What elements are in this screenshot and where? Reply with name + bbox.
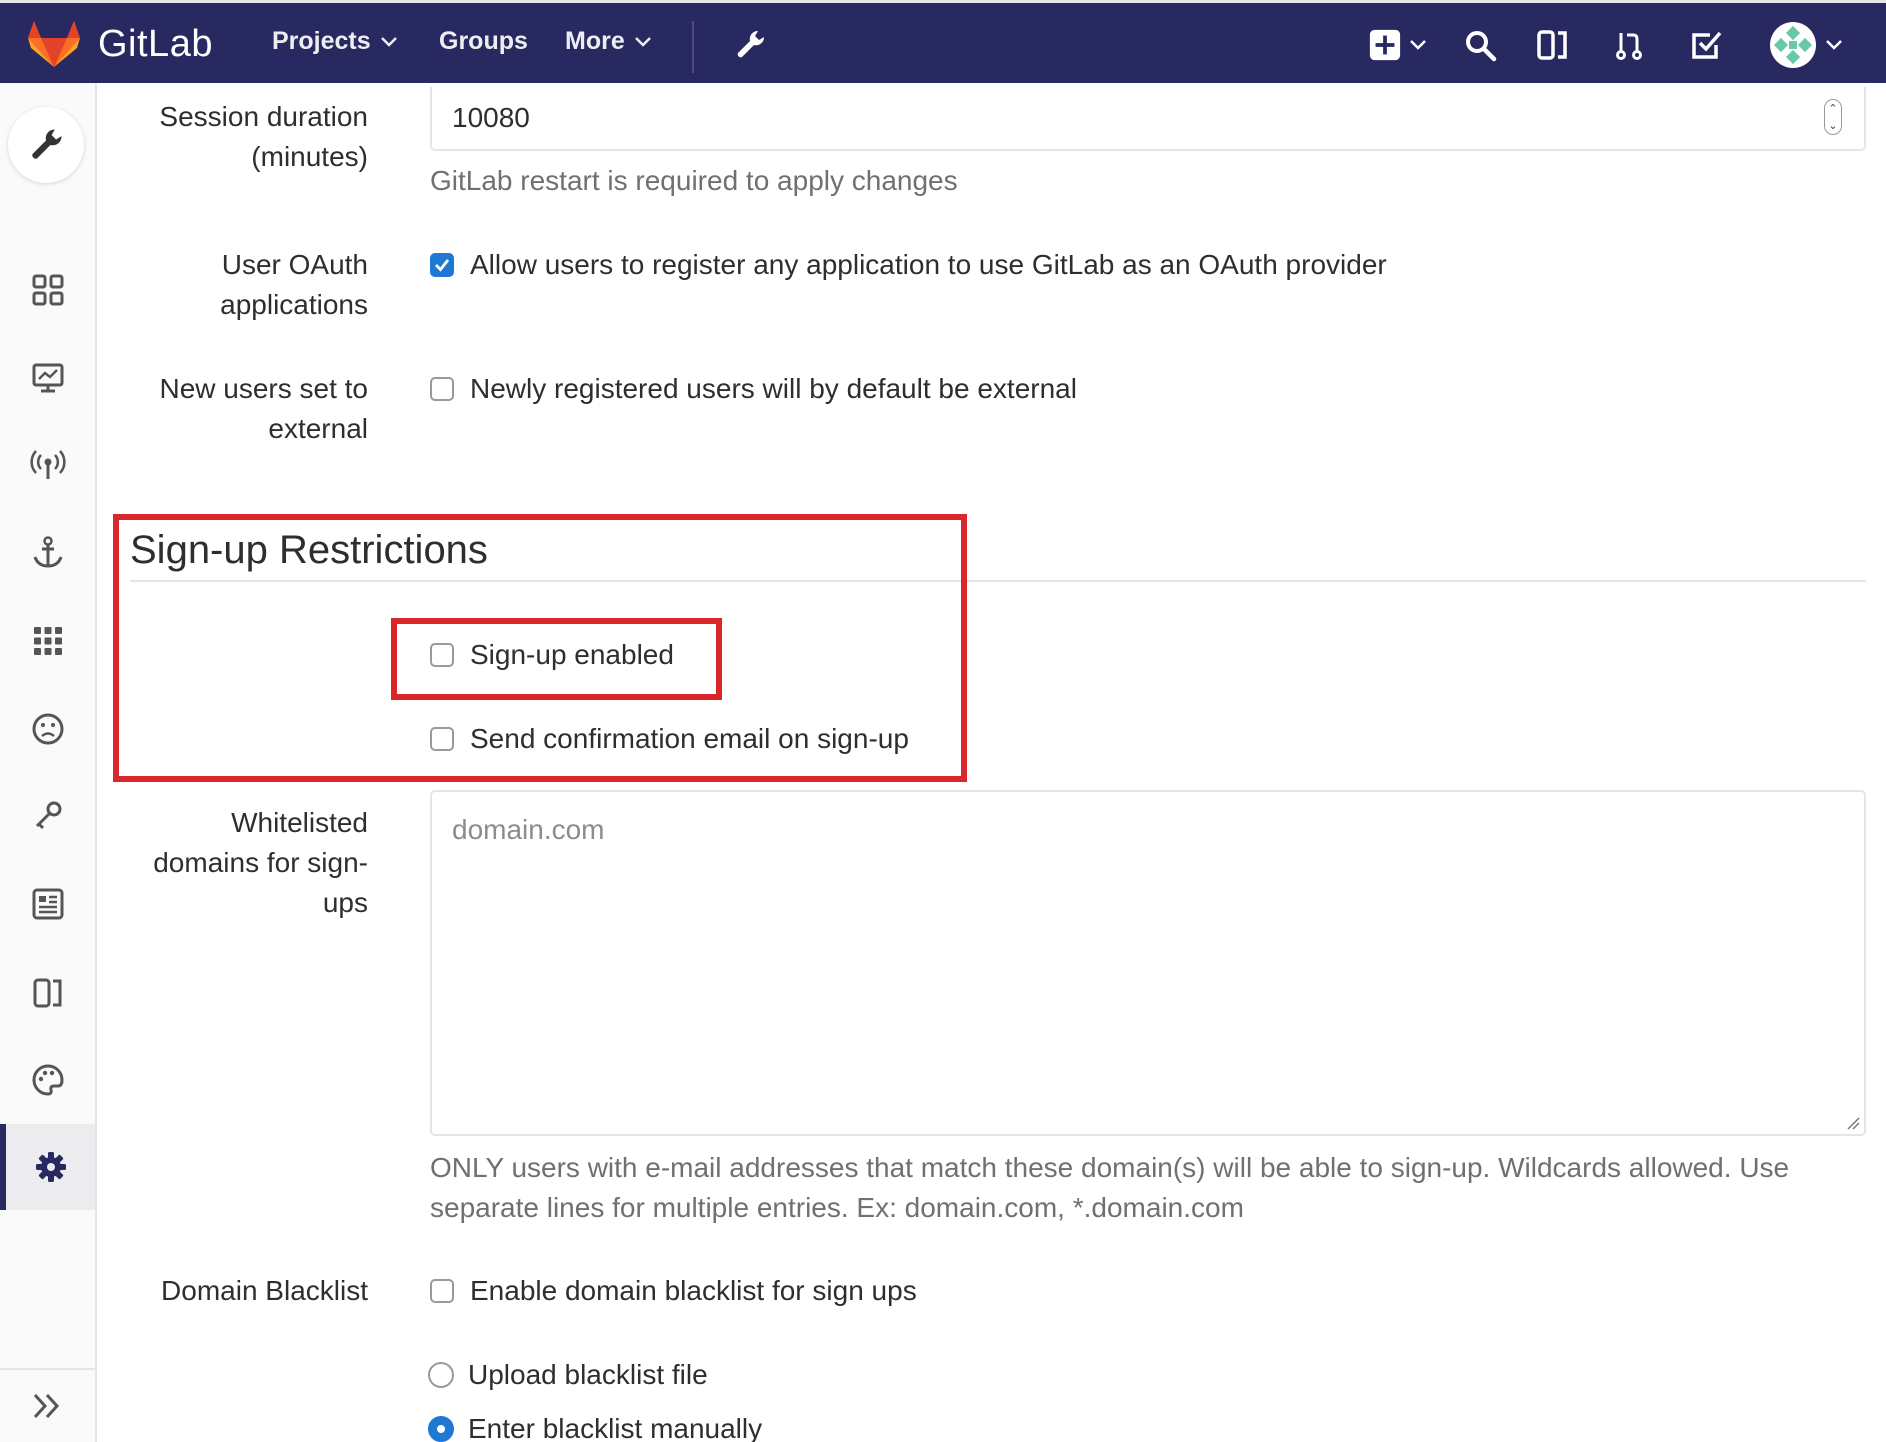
blacklist-enable-checkbox[interactable]	[430, 1279, 454, 1303]
template-icon	[32, 888, 63, 920]
blacklist-enable-label: Enable domain blacklist for sign ups	[470, 1275, 917, 1306]
palette-icon	[32, 1064, 64, 1096]
sidebar-item-overview[interactable]	[0, 247, 95, 333]
key-icon	[35, 801, 61, 830]
sidebar-item-settings[interactable]	[0, 1124, 95, 1210]
brand-name: GitLab	[98, 22, 213, 65]
whitelist-label-line2: domains for sign-	[153, 847, 368, 878]
session-duration-label: Session duration (minutes)	[159, 97, 368, 177]
sidebar-item-monitoring[interactable]	[0, 335, 95, 421]
user-menu-dropdown[interactable]	[1766, 22, 1846, 68]
admin-area-link[interactable]	[728, 23, 772, 67]
sidebar-item-deploy-keys[interactable]	[0, 773, 95, 859]
merge-requests-link[interactable]	[1607, 23, 1651, 67]
nav-more-label: More	[565, 27, 625, 55]
gitlab-home-link[interactable]: GitLab	[28, 21, 213, 67]
upload-blacklist-label: Upload blacklist file	[468, 1359, 708, 1390]
user-oauth-checkbox-label: Allow users to register any application …	[470, 249, 1387, 280]
nav-projects-label: Projects	[272, 27, 371, 55]
session-duration-value: 10080	[452, 102, 530, 133]
chevron-down-icon	[380, 36, 397, 47]
upload-blacklist-radio[interactable]	[428, 1362, 454, 1388]
monitoring-icon	[32, 363, 63, 393]
sidebar-item-appearance[interactable]	[0, 1037, 95, 1123]
whitelist-domains-textarea[interactable]: domain.com	[430, 790, 1866, 1136]
whitelist-label-line1: Whitelisted	[231, 807, 368, 838]
external-users-checkbox[interactable]	[430, 377, 454, 401]
session-duration-label-line2: (minutes)	[251, 141, 368, 172]
whitelist-placeholder: domain.com	[452, 814, 605, 845]
whitelist-label-line3: ups	[322, 887, 368, 918]
signup-enabled-highlight-box	[391, 618, 722, 700]
sad-face-icon	[32, 713, 63, 745]
todos-icon	[1692, 31, 1722, 59]
admin-area-home[interactable]	[8, 107, 84, 183]
chevron-down-icon	[634, 36, 651, 47]
whitelist-help: ONLY users with e-mail addresses that ma…	[430, 1148, 1789, 1228]
external-users-checkbox-row[interactable]: Newly registered users will by default b…	[430, 369, 1077, 409]
merge-request-icon	[1616, 33, 1642, 60]
external-users-label-line2: external	[268, 413, 368, 444]
manual-blacklist-radio[interactable]	[428, 1416, 454, 1442]
user-oauth-label: User OAuth applications	[220, 245, 368, 325]
gear-icon	[35, 1152, 66, 1182]
nav-more-dropdown[interactable]: More	[565, 27, 651, 56]
chevron-down-icon	[1826, 40, 1842, 50]
user-oauth-label-line2: applications	[220, 289, 368, 320]
user-avatar	[1770, 22, 1816, 68]
todos-link[interactable]	[1684, 23, 1728, 67]
external-users-checkbox-label: Newly registered users will by default b…	[470, 373, 1077, 404]
admin-sidebar	[0, 83, 97, 1442]
top-navbar: GitLab Projects Groups More	[0, 0, 1886, 83]
whitelist-help-line2: separate lines for multiple entries. Ex:…	[430, 1192, 1244, 1223]
manual-blacklist-radio-row[interactable]: Enter blacklist manually	[428, 1409, 762, 1442]
search-icon	[1466, 31, 1497, 62]
search-button[interactable]	[1458, 23, 1502, 67]
sidebar-item-abuse-reports[interactable]	[0, 686, 95, 772]
gitlab-logo-icon	[28, 21, 80, 67]
issues-link[interactable]	[1530, 23, 1574, 67]
double-chevron-right-icon	[33, 1393, 59, 1419]
wrench-icon	[32, 129, 62, 159]
anchor-icon	[33, 536, 62, 568]
nav-projects-dropdown[interactable]: Projects	[272, 27, 397, 56]
sidebar-item-labels[interactable]	[0, 949, 95, 1035]
nav-groups-label: Groups	[439, 27, 528, 55]
domain-blacklist-label: Domain Blacklist	[161, 1275, 368, 1306]
sidebar-item-applications[interactable]	[0, 598, 95, 684]
blacklist-enable-checkbox-row[interactable]: Enable domain blacklist for sign ups	[430, 1271, 917, 1311]
manual-blacklist-label: Enter blacklist manually	[468, 1413, 763, 1442]
user-oauth-label-line1: User OAuth	[221, 249, 368, 280]
wrench-icon	[737, 30, 765, 58]
issues-icon	[33, 978, 61, 1008]
checkmark-icon	[435, 259, 450, 272]
user-oauth-checkbox[interactable]	[430, 253, 454, 277]
collapse-sidebar-button[interactable]	[0, 1368, 95, 1442]
external-users-label: New users set to external	[159, 369, 368, 449]
sidebar-item-system-hooks[interactable]	[0, 510, 95, 596]
external-users-label-line1: New users set to	[159, 373, 368, 404]
nav-divider	[692, 21, 694, 73]
resize-handle-icon[interactable]	[1846, 1116, 1860, 1130]
user-oauth-checkbox-row[interactable]: Allow users to register any application …	[430, 245, 1387, 285]
broadcast-icon	[29, 450, 66, 479]
sidebar-item-messages[interactable]	[0, 422, 95, 508]
session-duration-label-line1: Session duration	[159, 101, 368, 132]
sidebar-item-service-templates[interactable]	[0, 861, 95, 947]
number-spinner[interactable]: ⌃ ⌄	[1824, 99, 1842, 135]
upload-blacklist-radio-row[interactable]: Upload blacklist file	[428, 1355, 708, 1395]
applications-icon	[33, 627, 62, 655]
new-dropdown[interactable]	[1362, 23, 1432, 67]
nav-groups-link[interactable]: Groups	[439, 27, 528, 56]
session-duration-input[interactable]: 10080 ⌃ ⌄	[430, 87, 1866, 151]
issues-icon	[1537, 30, 1567, 60]
chevron-down-icon	[1410, 40, 1426, 50]
session-duration-help: GitLab restart is required to apply chan…	[430, 165, 958, 196]
plus-square-icon	[1369, 29, 1401, 61]
whitelist-help-line1: ONLY users with e-mail addresses that ma…	[430, 1152, 1790, 1183]
whitelist-label: Whitelisted domains for sign- ups	[153, 803, 368, 923]
overview-icon	[32, 274, 63, 306]
